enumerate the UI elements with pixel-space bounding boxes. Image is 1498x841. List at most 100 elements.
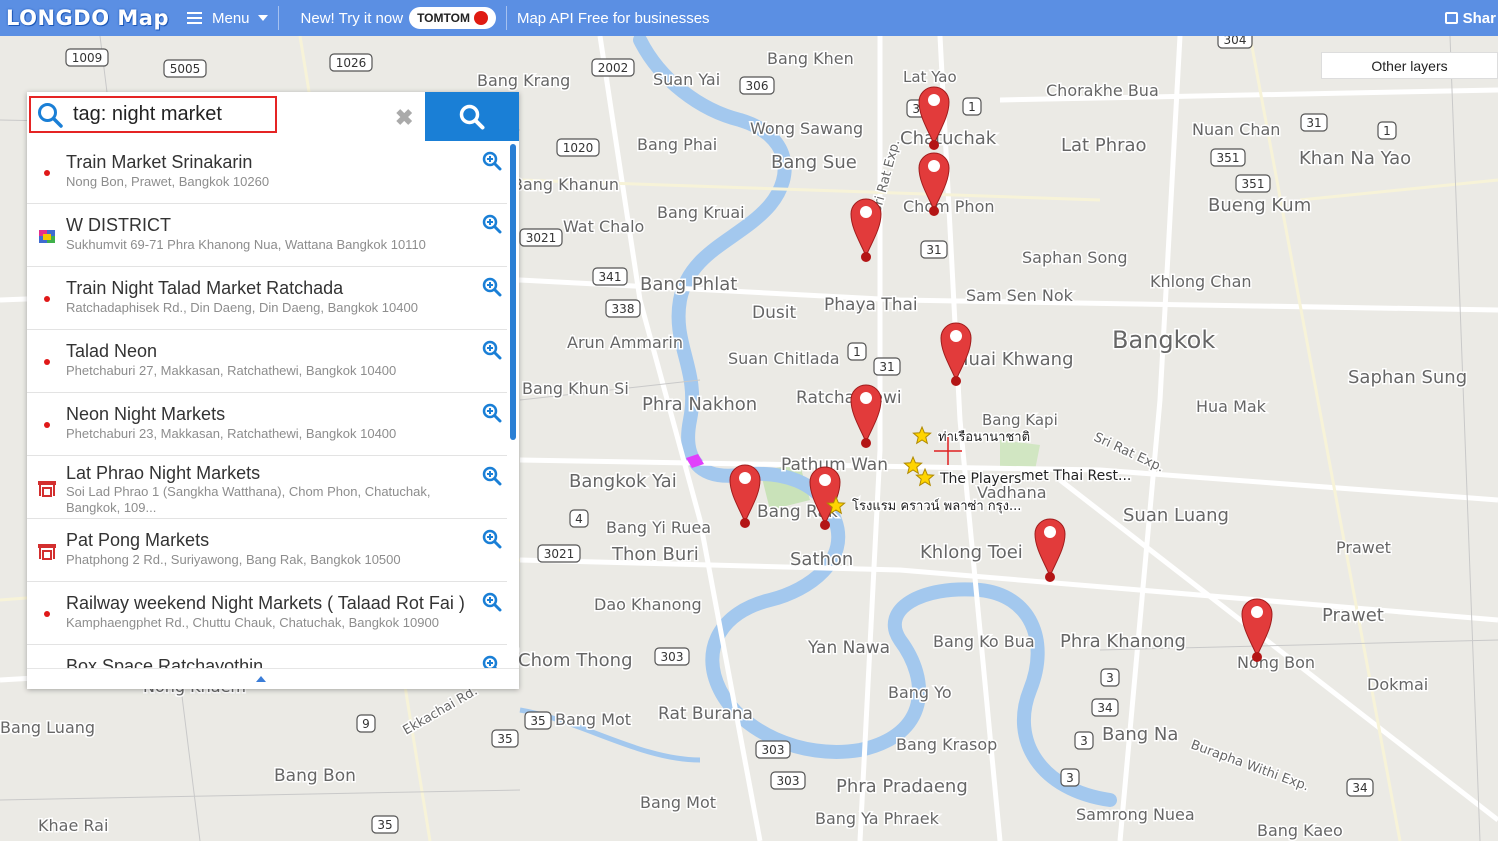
share-icon [1444, 12, 1458, 24]
svg-text:31: 31 [1306, 116, 1321, 130]
map-label: Bangkok [1112, 326, 1215, 354]
result-list: Train Market Srinakarin Nong Bon, Prawet,… [27, 141, 507, 668]
result-title[interactable]: Neon Night Markets [66, 404, 225, 425]
zoom-in-icon[interactable] [482, 592, 502, 612]
result-item[interactable]: Railway weekend Night Markets ( Talaad R… [27, 582, 507, 645]
road-shield: 31 [1300, 113, 1328, 132]
top-bar: LONGDO Map Menu New! Try it now TOMTOM M… [0, 0, 1498, 36]
search-icon [38, 102, 63, 128]
map-label: Bang Krasop [896, 735, 997, 754]
map-label: Chorakhe Bua [1046, 81, 1159, 100]
red-dot-icon [37, 289, 57, 309]
result-title[interactable]: Train Market Srinakarin [66, 152, 252, 173]
svg-text:3: 3 [1106, 671, 1114, 685]
zoom-in-icon[interactable] [482, 277, 502, 297]
result-item[interactable]: Talad Neon Phetchaburi 27, Makkasan, Ratc… [27, 330, 507, 393]
map-label: Khae Rai [38, 816, 108, 835]
svg-text:31: 31 [879, 360, 894, 374]
scrollbar-thumb[interactable] [510, 144, 516, 440]
close-icon[interactable]: ✖ [395, 105, 413, 131]
road-shield: 351 [1235, 174, 1271, 193]
zoom-in-icon[interactable] [482, 655, 502, 668]
svg-text:351: 351 [1217, 151, 1240, 165]
result-item[interactable]: Train Night Talad Market Ratchada Ratchad… [27, 267, 507, 330]
svg-text:1: 1 [853, 345, 861, 359]
svg-text:303: 303 [762, 743, 785, 757]
svg-text:9: 9 [362, 717, 370, 731]
result-title[interactable]: Talad Neon [66, 341, 157, 362]
result-item[interactable]: Lat Phrao Night Markets Soi Lad Phrao 1 (… [27, 456, 507, 519]
svg-text:35: 35 [377, 818, 392, 832]
result-title[interactable]: Train Night Talad Market Ratchada [66, 278, 343, 299]
svg-text:1: 1 [1383, 124, 1391, 138]
result-title[interactable]: Railway weekend Night Markets ( Talaad R… [66, 593, 465, 614]
map-label: Bang Luang [0, 718, 95, 737]
map-label: Nuan Chan [1192, 120, 1280, 139]
other-layers-button[interactable]: Other layers [1321, 52, 1498, 79]
zoom-in-icon[interactable] [482, 151, 502, 171]
map-label: Bangkok Yai [569, 471, 677, 492]
svg-text:3: 3 [1080, 734, 1088, 748]
zoom-in-icon[interactable] [482, 466, 502, 486]
zoom-in-icon[interactable] [482, 214, 502, 234]
red-dot-icon [37, 352, 57, 372]
road-shield: 303 [770, 771, 806, 790]
svg-text:34: 34 [1352, 781, 1367, 795]
result-title[interactable]: Pat Pong Markets [66, 530, 209, 551]
svg-text:303: 303 [777, 774, 800, 788]
promo-text[interactable]: New! Try it now [301, 10, 404, 27]
longdo-logo[interactable]: LONGDO Map [6, 6, 169, 30]
result-title[interactable]: W DISTRICT [66, 215, 171, 236]
road-shield: 35 [524, 711, 552, 730]
result-item[interactable]: Box Space Ratchayothin [27, 645, 507, 668]
map-label: Bang Mot [555, 710, 631, 729]
share-button[interactable]: Shar [1444, 0, 1498, 36]
map-label: Lat Phrao [1061, 135, 1147, 156]
result-address: Kamphaengphet Rd., Chuttu Chauk, Chatuch… [66, 615, 439, 630]
zoom-in-icon[interactable] [482, 529, 502, 549]
search-button[interactable] [425, 92, 519, 141]
road-shield: 35 [491, 729, 519, 748]
chevron-down-icon [257, 15, 268, 21]
svg-text:34: 34 [1097, 701, 1112, 715]
red-dot-icon [37, 163, 57, 183]
svg-text:3: 3 [1066, 771, 1074, 785]
road-shield: 9 [356, 714, 376, 733]
market-icon [37, 478, 57, 498]
road-shield: 3 [1100, 668, 1120, 687]
svg-text:1026: 1026 [336, 56, 367, 70]
result-title[interactable]: Lat Phrao Night Markets [66, 463, 260, 484]
road-shield: 303 [654, 647, 690, 666]
road-shield: 1009 [65, 48, 109, 67]
collapse-panel-button[interactable] [27, 668, 519, 689]
tomtom-logo-icon [473, 11, 488, 25]
map-label: Bang Sue [771, 152, 857, 173]
svg-text:35: 35 [497, 732, 512, 746]
zoom-in-icon[interactable] [482, 340, 502, 360]
road-shield: 34 [1346, 778, 1374, 797]
map-label: Bang Ya Phraek [815, 809, 940, 828]
menu-button[interactable]: Menu [187, 10, 268, 27]
result-item[interactable]: Pat Pong Markets Phatphong 2 Rd., Suriyaw… [27, 519, 507, 582]
search-box[interactable] [29, 96, 277, 133]
svg-text:31: 31 [926, 243, 941, 257]
map-label: Dusit [752, 303, 796, 323]
map-label: Phra Nakhon [642, 394, 757, 415]
road-shield: 34 [1091, 698, 1119, 717]
shopping-icon [37, 226, 57, 246]
svg-text:5005: 5005 [170, 62, 201, 76]
zoom-in-icon[interactable] [482, 403, 502, 423]
map-api-link[interactable]: Map API Free for businesses [517, 10, 710, 27]
map-label: Suan Luang [1123, 505, 1229, 526]
result-item[interactable]: Neon Night Markets Phetchaburi 23, Makkas… [27, 393, 507, 456]
result-item[interactable]: Train Market Srinakarin Nong Bon, Prawet,… [27, 141, 507, 204]
search-input[interactable] [73, 103, 263, 126]
map-label: Ratchathewi [796, 388, 902, 408]
svg-text:1009: 1009 [72, 51, 103, 65]
tomtom-badge[interactable]: TOMTOM [409, 7, 496, 29]
result-item[interactable]: W DISTRICT Sukhumvit 69-71 Phra Khanong N… [27, 204, 507, 267]
map-label: Suan Yai [653, 70, 720, 89]
result-title[interactable]: Box Space Ratchayothin [66, 656, 263, 668]
road-shield: 1 [962, 97, 982, 116]
result-address: Nong Bon, Prawet, Bangkok 10260 [66, 174, 270, 189]
